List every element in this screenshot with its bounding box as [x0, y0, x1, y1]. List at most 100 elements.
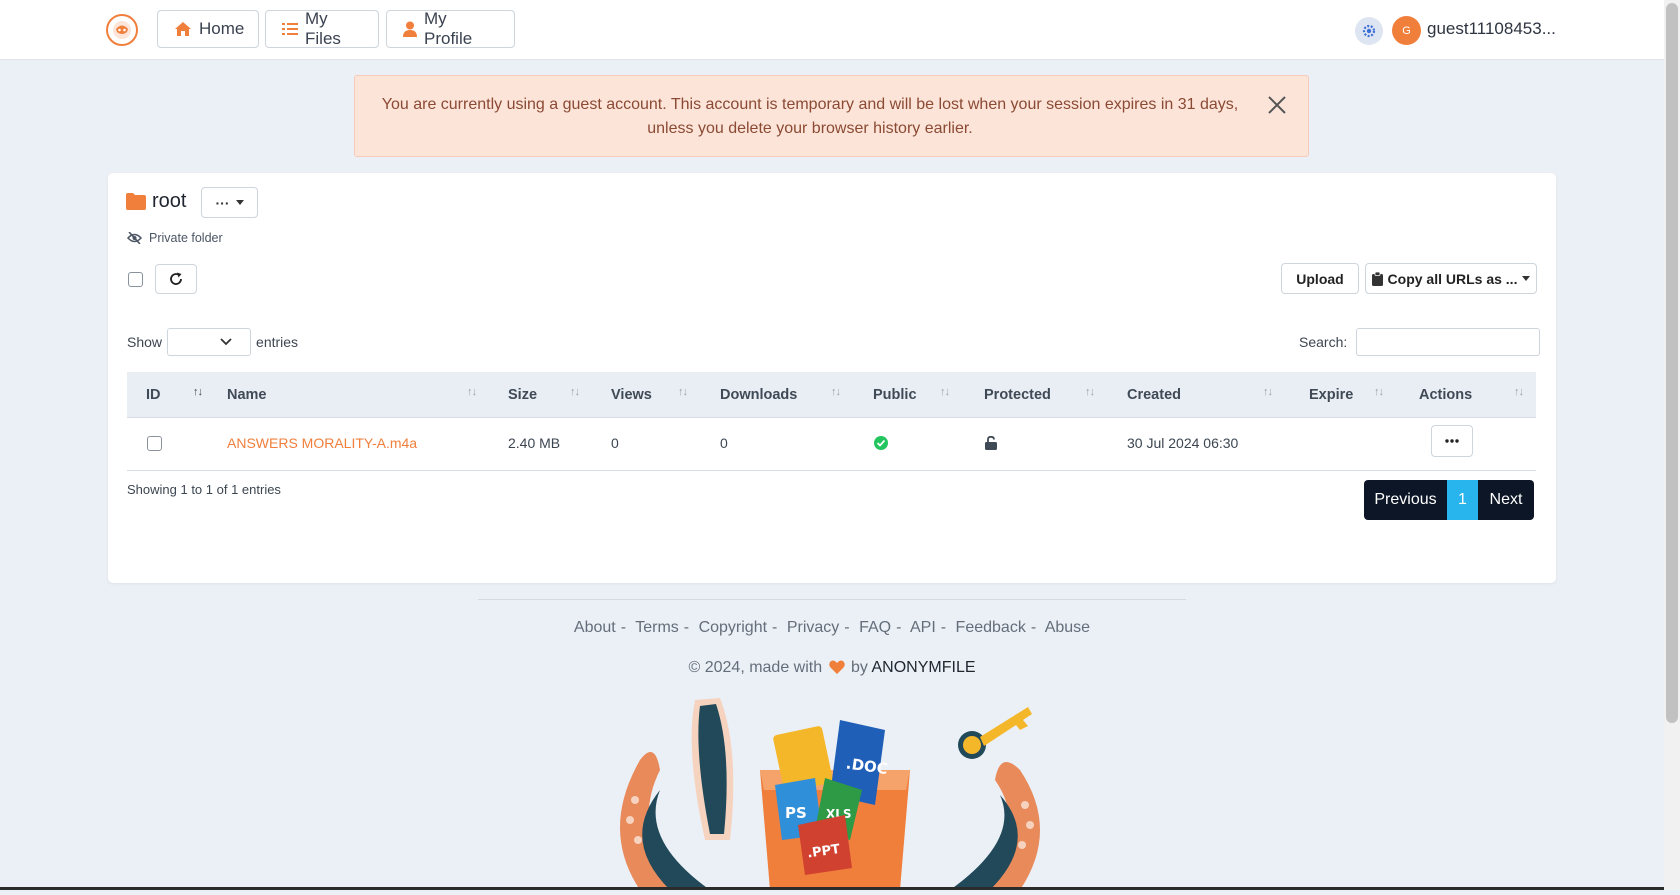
close-icon[interactable]: [1266, 94, 1288, 116]
sort-icon: ↑↓: [467, 386, 477, 398]
column-header-actions[interactable]: Actions: [1419, 372, 1472, 417]
upload-label: Upload: [1296, 270, 1344, 287]
table-search: Search:: [1299, 328, 1541, 356]
page-1-button[interactable]: 1: [1447, 480, 1478, 520]
column-header-size[interactable]: Size: [508, 372, 537, 417]
file-manager-card: root ··· Private folder Upload Copy all …: [108, 173, 1556, 583]
scrollbar-thumb[interactable]: [1666, 3, 1678, 723]
footer-link-copyright[interactable]: Copyright: [699, 619, 767, 636]
sort-icon: ↑↓: [193, 386, 203, 398]
home-label: Home: [199, 19, 245, 38]
caret-down-icon: [1522, 276, 1531, 281]
gear-icon: [1362, 24, 1376, 38]
chevron-down-icon: [220, 338, 232, 346]
sort-icon: ↑↓: [1263, 386, 1273, 398]
sort-icon: ↑↓: [940, 386, 950, 398]
refresh-icon: [170, 272, 182, 285]
protected-status: [985, 418, 997, 468]
eye-slash-icon: [127, 232, 142, 244]
page-size-select[interactable]: [167, 328, 252, 356]
list-icon: [282, 23, 298, 35]
pagination: Previous 1 Next: [1364, 480, 1534, 520]
sort-icon: ↑↓: [1374, 386, 1384, 398]
footer-link-abuse[interactable]: Abuse: [1045, 619, 1090, 636]
previous-page-button[interactable]: Previous: [1364, 480, 1447, 520]
file-downloads: 0: [720, 435, 728, 451]
file-name-link[interactable]: ANSWERS MORALITY-A.m4a: [227, 418, 417, 468]
svg-text:PS: PS: [785, 804, 807, 822]
alert-message: You are currently using a guest account.…: [381, 96, 1239, 137]
copyright-prefix: © 2024, made with: [688, 659, 823, 676]
file-created: 30 Jul 2024 06:30: [1127, 435, 1239, 451]
footer-divider: [478, 599, 1186, 600]
footer-link-privacy[interactable]: Privacy: [787, 619, 839, 636]
avatar[interactable]: G: [1392, 16, 1421, 45]
octopus-treasure-illustration: .DOC PS XLS .PPT: [600, 690, 1060, 895]
check-circle-icon: [874, 436, 888, 450]
column-header-name[interactable]: Name: [227, 372, 267, 417]
username[interactable]: guest11108453...: [1427, 19, 1556, 39]
copy-urls-label: Copy all URLs as ...: [1387, 270, 1518, 287]
my-profile-label: My Profile: [424, 9, 473, 48]
top-navbar: Home My Files My Profile G guest11108453…: [0, 0, 1664, 60]
home-button[interactable]: Home: [157, 10, 259, 48]
footer-link-faq[interactable]: FAQ: [859, 619, 891, 636]
folder-title: root: [126, 190, 186, 213]
column-header-downloads[interactable]: Downloads: [720, 372, 797, 417]
upload-button[interactable]: Upload: [1281, 263, 1359, 294]
logo-icon[interactable]: [106, 14, 138, 46]
column-header-views[interactable]: Views: [611, 372, 652, 417]
table-row: ANSWERS MORALITY-A.m4a 2.40 MB 0 0 30 Ju…: [127, 418, 1536, 471]
column-header-protected[interactable]: Protected: [984, 372, 1051, 417]
search-input[interactable]: [1356, 328, 1541, 356]
copyright-by: by: [851, 659, 868, 676]
column-header-created[interactable]: Created: [1127, 372, 1181, 417]
column-header-expire[interactable]: Expire: [1309, 372, 1353, 417]
row-actions-button[interactable]: [1431, 425, 1473, 457]
settings-gear-button[interactable]: [1355, 17, 1383, 45]
clipboard-icon: [1371, 271, 1383, 286]
folder-menu-button[interactable]: ···: [201, 187, 258, 218]
brand-link[interactable]: ANONYMFILE: [872, 659, 976, 676]
footer-link-terms[interactable]: Terms: [635, 619, 679, 636]
footer-link-about[interactable]: About: [574, 619, 616, 636]
unlock-icon: [985, 436, 997, 450]
folder-visibility: Private folder: [127, 231, 223, 245]
caret-down-icon: [235, 200, 244, 205]
next-page-button[interactable]: Next: [1478, 480, 1534, 520]
sort-icon: ↑↓: [678, 386, 688, 398]
column-header-public[interactable]: Public: [873, 372, 917, 417]
guest-account-alert: You are currently using a guest account.…: [354, 75, 1309, 157]
ellipsis-icon: [1445, 439, 1459, 443]
folder-menu-label: ···: [215, 194, 230, 211]
my-files-label: My Files: [305, 9, 341, 48]
show-label: Show: [127, 334, 163, 350]
sort-icon: ↑↓: [1514, 386, 1524, 398]
my-files-button[interactable]: My Files: [265, 9, 379, 48]
page-size-control: Show entries: [127, 328, 298, 356]
row-checkbox[interactable]: [147, 435, 162, 451]
user-icon: [403, 21, 417, 37]
page-scrollbar[interactable]: [1664, 0, 1680, 890]
sort-icon: ↑↓: [1085, 386, 1095, 398]
footer-link-api[interactable]: API: [910, 619, 936, 636]
footer-link-feedback[interactable]: Feedback: [956, 619, 1026, 636]
visibility-label: Private folder: [149, 231, 223, 245]
refresh-button[interactable]: [155, 264, 197, 294]
sort-icon: ↑↓: [570, 386, 580, 398]
table-info: Showing 1 to 1 of 1 entries: [127, 482, 281, 497]
copyright-line: © 2024, made with by ANONYMFILE: [0, 659, 1664, 679]
file-size: 2.40 MB: [508, 435, 561, 451]
select-all-checkbox[interactable]: [128, 272, 143, 287]
entries-label: entries: [256, 334, 299, 350]
home-icon: [175, 22, 191, 36]
folder-icon: [126, 193, 146, 210]
copy-urls-button[interactable]: Copy all URLs as ...: [1365, 263, 1537, 294]
my-profile-button[interactable]: My Profile: [386, 9, 515, 48]
public-status: [874, 418, 888, 468]
footer-links: About - Terms - Copyright - Privacy - FAQ - A…: [573, 619, 1091, 636]
folder-name: root: [152, 190, 187, 212]
column-header-id[interactable]: ID: [146, 372, 161, 417]
heart-icon: [828, 660, 845, 679]
file-views: 0: [611, 435, 619, 451]
